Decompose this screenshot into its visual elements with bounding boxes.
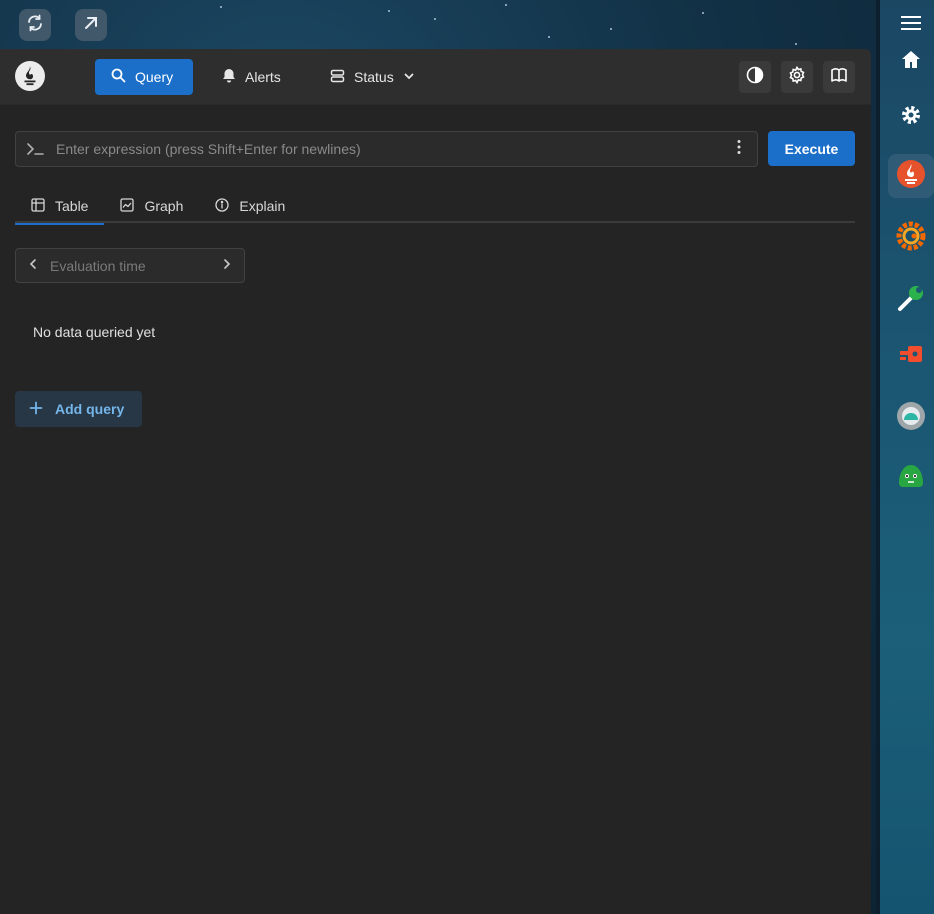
tab-graph-label: Graph xyxy=(144,198,184,214)
nav-alerts[interactable]: Alerts xyxy=(206,59,297,95)
nav-alerts-label: Alerts xyxy=(245,69,281,85)
dock-plug-button[interactable] xyxy=(888,336,934,380)
grafana-app-icon xyxy=(896,221,926,256)
refresh-icon xyxy=(25,13,45,38)
prometheus-app-icon xyxy=(896,159,926,194)
book-icon xyxy=(830,66,848,89)
nav-query-label: Query xyxy=(135,69,174,85)
settings-button[interactable] xyxy=(781,61,813,93)
execute-button[interactable]: Execute xyxy=(768,131,855,166)
bell-icon xyxy=(222,68,236,86)
documentation-button[interactable] xyxy=(823,61,855,93)
expression-input[interactable] xyxy=(56,141,721,157)
chevron-left-icon[interactable] xyxy=(28,257,38,275)
settings-icon xyxy=(900,104,922,131)
evaluation-time-picker: Evaluation time xyxy=(15,248,245,283)
dock-green-face-button[interactable] xyxy=(888,456,934,500)
expression-menu-button[interactable] xyxy=(721,139,757,160)
nav-status-dropdown[interactable]: Status xyxy=(314,59,431,95)
plus-icon xyxy=(29,401,43,418)
plug-app-icon xyxy=(896,341,926,376)
result-tabs: Table Graph Explain xyxy=(15,189,855,225)
tab-table-label: Table xyxy=(55,198,89,214)
evaluation-time-input[interactable]: Evaluation time xyxy=(38,258,222,274)
expression-bar xyxy=(15,131,758,167)
info-icon xyxy=(215,197,230,215)
chevron-down-icon xyxy=(403,69,415,85)
wrench-app-icon xyxy=(896,283,926,318)
nav-status-label: Status xyxy=(354,69,394,85)
cloud-app-icon xyxy=(896,401,926,436)
tab-graph[interactable]: Graph xyxy=(104,189,199,223)
dock-wrench-button[interactable] xyxy=(888,278,934,322)
dock-prometheus-button[interactable] xyxy=(888,154,934,198)
app-dock xyxy=(876,0,934,914)
table-icon xyxy=(31,197,45,215)
empty-state-text: No data queried yet xyxy=(33,324,156,340)
more-vertical-icon xyxy=(737,139,741,160)
gear-icon xyxy=(788,65,806,89)
dock-home-button[interactable] xyxy=(888,40,934,84)
graph-icon xyxy=(120,197,135,215)
theme-toggle-button[interactable] xyxy=(739,61,771,93)
tab-explain[interactable]: Explain xyxy=(199,189,301,223)
open-external-button[interactable] xyxy=(75,9,107,41)
add-query-button[interactable]: Add query xyxy=(15,391,142,427)
server-icon xyxy=(330,69,345,86)
tab-explain-label: Explain xyxy=(239,198,286,214)
terminal-prompt-icon xyxy=(16,142,56,156)
home-icon xyxy=(900,49,922,76)
menu-icon xyxy=(900,14,922,37)
top-navbar: Query Alerts Status xyxy=(0,49,871,105)
tab-table[interactable]: Table xyxy=(15,189,105,225)
contrast-icon xyxy=(746,66,764,89)
add-query-label: Add query xyxy=(55,401,125,417)
search-icon xyxy=(111,68,126,86)
prometheus-window: Query Alerts Status Enter expression (pr… xyxy=(0,49,871,914)
dock-cloud-button[interactable] xyxy=(888,396,934,440)
chevron-right-icon[interactable] xyxy=(222,257,232,275)
open-external-icon xyxy=(82,14,100,37)
green-face-app-icon xyxy=(896,461,926,496)
dock-settings-button[interactable] xyxy=(888,95,934,139)
prometheus-logo[interactable] xyxy=(15,61,45,91)
dock-grafana-button[interactable] xyxy=(888,216,934,260)
nav-query[interactable]: Query xyxy=(95,59,193,95)
refresh-button[interactable] xyxy=(19,9,51,41)
